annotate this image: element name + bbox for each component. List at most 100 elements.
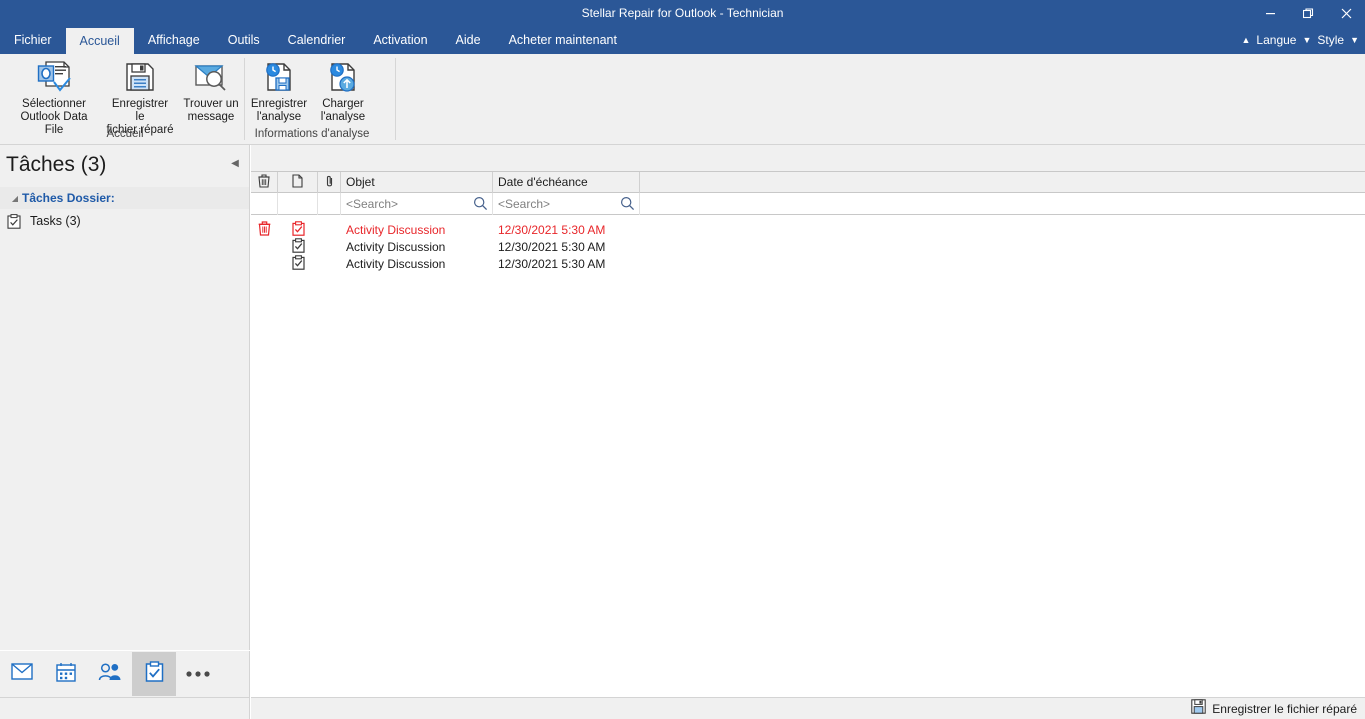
magnifier-icon-objet[interactable] — [473, 196, 488, 214]
menu-tab-bar: Fichier Accueil Affichage Outils Calendr… — [0, 26, 1365, 54]
row-spare — [640, 255, 1365, 272]
column-header-date-echeance[interactable]: Date d'échéance — [493, 172, 640, 193]
window-controls — [1251, 0, 1365, 26]
table-row[interactable]: Activity Discussion 12/30/2021 5:30 AM — [251, 255, 1365, 272]
grid-top-strip — [251, 145, 1365, 172]
nav-tasks[interactable] — [132, 652, 176, 696]
sidebar-item-tasks[interactable]: Tasks (3) — [0, 209, 249, 233]
save-scan-label: Enregistrer l'analyse — [251, 98, 307, 124]
tab-calendrier[interactable]: Calendrier — [274, 26, 360, 54]
row-duedate: 12/30/2021 5:30 AM — [493, 255, 640, 272]
calendar-icon — [56, 662, 76, 687]
row-subject: Activity Discussion — [341, 238, 493, 255]
row-task-icon-cell — [278, 255, 318, 272]
chevron-down-icon-style[interactable]: ▼ — [1350, 36, 1359, 45]
row-task-icon-cell — [278, 238, 318, 255]
select-outlook-data-file-button[interactable]: Sélectionner Outlook Data File — [6, 54, 102, 137]
row-spare — [640, 221, 1365, 238]
tab-aide[interactable]: Aide — [442, 26, 495, 54]
find-message-button[interactable]: Trouver un message — [178, 54, 244, 124]
style-menu[interactable]: Style — [1316, 33, 1345, 47]
status-bar: Enregistrer le fichier réparé — [251, 697, 1365, 719]
save-scan-button[interactable]: Enregistrer l'analyse — [246, 54, 312, 124]
window-title: Stellar Repair for Outlook - Technician — [582, 6, 784, 20]
status-bar-action-label[interactable]: Enregistrer le fichier réparé — [1212, 702, 1357, 716]
filter-delete[interactable] — [251, 193, 278, 215]
nav-mail[interactable] — [0, 652, 44, 696]
ribbon-group-accueil-label: Accueil — [6, 126, 244, 144]
tab-fichier[interactable]: Fichier — [0, 26, 66, 54]
expand-triangle-icon[interactable]: ◢ — [8, 194, 22, 203]
save-icon — [1191, 699, 1206, 719]
sidebar-tree-node-label: Tâches Dossier: — [22, 191, 115, 205]
collapse-panel-icon[interactable]: ◀ — [229, 157, 241, 169]
nav-more[interactable] — [176, 652, 220, 696]
row-subject: Activity Discussion — [341, 255, 493, 272]
search-input-date[interactable]: <Search> — [498, 197, 550, 211]
column-header-delete[interactable] — [251, 172, 278, 193]
row-duedate: 12/30/2021 5:30 AM — [493, 238, 640, 255]
ribbon-separator-2 — [395, 58, 396, 140]
row-delete-marker[interactable] — [251, 238, 278, 255]
row-attachment-cell — [318, 221, 341, 238]
tab-outils[interactable]: Outils — [214, 26, 274, 54]
tab-acheter-maintenant[interactable]: Acheter maintenant — [495, 26, 631, 54]
save-scan-icon — [264, 58, 294, 96]
sidebar-tree-node-taches-dossier[interactable]: ◢ Tâches Dossier: — [0, 187, 249, 209]
row-spare — [640, 238, 1365, 255]
tab-affichage[interactable]: Affichage — [134, 26, 214, 54]
nav-people[interactable] — [88, 652, 132, 696]
row-task-icon-cell — [278, 221, 318, 238]
sidebar-tree: ◢ Tâches Dossier: Tasks (3) — [0, 185, 249, 233]
mail-icon — [11, 663, 33, 685]
save-repaired-file-icon — [124, 58, 156, 96]
magnifier-icon-date[interactable] — [620, 196, 635, 214]
application-window: Stellar Repair for Outlook - Technician … — [0, 0, 1365, 719]
row-delete-marker[interactable] — [251, 221, 278, 238]
column-header-spare — [640, 172, 1365, 193]
ribbon-separator-1 — [244, 58, 245, 140]
save-repaired-file-button[interactable]: Enregistrer le fichier réparé — [102, 54, 178, 137]
table-row[interactable]: Activity Discussion 12/30/2021 5:30 AM — [251, 238, 1365, 255]
column-header-objet[interactable]: Objet — [341, 172, 493, 193]
minimize-icon[interactable] — [1251, 0, 1289, 26]
chevron-down-icon-language[interactable]: ▼ — [1302, 36, 1311, 45]
filter-date-echeance[interactable]: <Search> — [493, 193, 640, 215]
language-menu[interactable]: Langue — [1255, 33, 1297, 47]
find-message-icon — [194, 58, 228, 96]
row-duedate: 12/30/2021 5:30 AM — [493, 221, 640, 238]
row-subject: Activity Discussion — [341, 221, 493, 238]
trash-icon — [258, 221, 271, 239]
nav-calendar[interactable] — [44, 652, 88, 696]
load-scan-label: Charger l'analyse — [321, 98, 365, 124]
close-icon[interactable] — [1327, 0, 1365, 26]
tasks-icon — [145, 661, 164, 687]
column-header-document[interactable] — [278, 172, 318, 193]
filter-document[interactable] — [278, 193, 318, 215]
more-dots-icon — [185, 665, 211, 683]
tab-accueil[interactable]: Accueil — [66, 28, 134, 54]
title-bar: Stellar Repair for Outlook - Technician — [0, 0, 1365, 26]
sidebar-title: Tâches (3) — [6, 153, 106, 177]
row-delete-marker[interactable] — [251, 255, 278, 272]
ribbon-toolbar: Sélectionner Outlook Data File — [0, 54, 1365, 145]
sidebar-header: Tâches (3) ◀ — [0, 145, 249, 185]
row-attachment-cell — [318, 255, 341, 272]
search-input-objet[interactable]: <Search> — [346, 197, 398, 211]
table-row[interactable]: Activity Discussion 12/30/2021 5:30 AM — [251, 221, 1365, 238]
load-scan-icon — [328, 58, 358, 96]
grid-filter-row: <Search> <Search> — [251, 193, 1365, 215]
restore-icon[interactable] — [1289, 0, 1327, 26]
column-header-attachment[interactable] — [318, 172, 341, 193]
filter-attachment[interactable] — [318, 193, 341, 215]
filter-objet[interactable]: <Search> — [341, 193, 493, 215]
tab-activation[interactable]: Activation — [359, 26, 441, 54]
load-scan-button[interactable]: Charger l'analyse — [312, 54, 374, 124]
sidebar-footer-strip — [0, 697, 250, 719]
grid-header-row: Objet Date d'échéance — [251, 172, 1365, 193]
sidebar-item-tasks-label: Tasks (3) — [30, 214, 81, 228]
chevron-up-icon[interactable]: ▲ — [1242, 36, 1251, 45]
bottom-navigation-bar — [0, 651, 250, 697]
document-icon — [292, 174, 303, 191]
trash-icon — [258, 174, 270, 191]
